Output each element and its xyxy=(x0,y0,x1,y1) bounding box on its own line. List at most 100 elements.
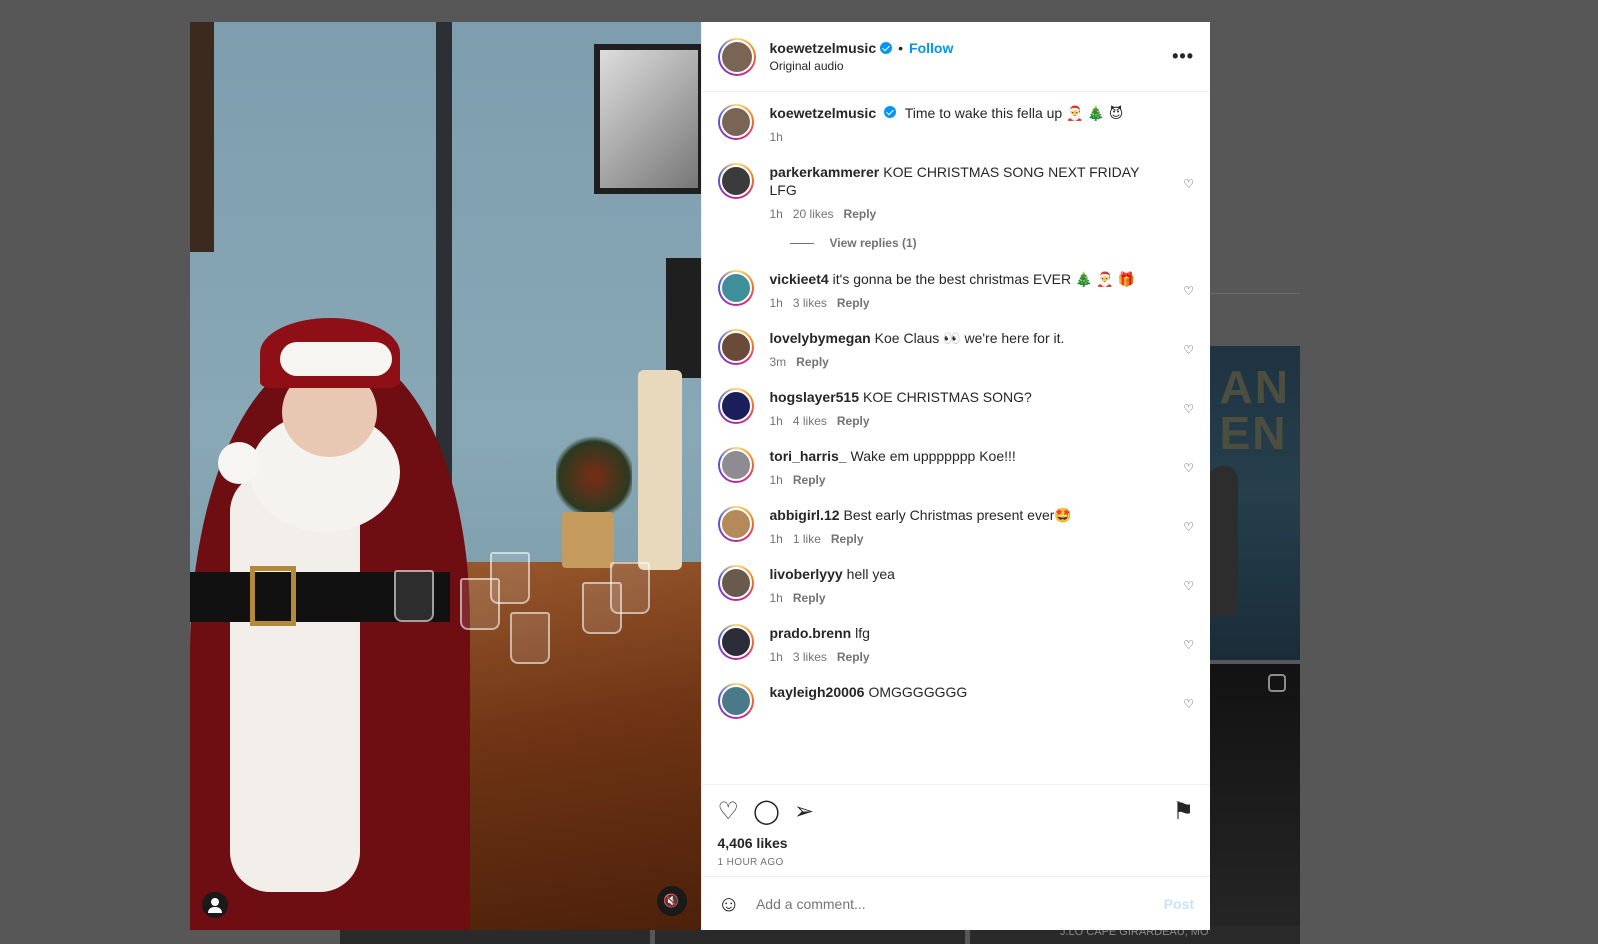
heart-icon[interactable]: ♡ xyxy=(1183,343,1194,357)
emoji-icon[interactable]: ☺ xyxy=(718,891,740,917)
comment-meta xyxy=(770,709,1169,723)
add-comment-bar: ☺ Post xyxy=(701,876,1210,930)
reply-button[interactable]: Reply xyxy=(837,296,870,310)
comment-username[interactable]: kayleigh20006 xyxy=(770,684,865,700)
reply-button[interactable]: Reply xyxy=(837,414,870,428)
audio-link[interactable]: Original audio xyxy=(770,59,1173,73)
author-avatar[interactable] xyxy=(717,37,756,76)
comment-item: tori_harris_ Wake em uppppppp Koe!!! 1h Rep… xyxy=(717,447,1194,487)
action-bar: ♡ ◯ ➢ ⚑ 4,406 likes 1 HOUR AGO xyxy=(701,784,1210,876)
santa-buckle xyxy=(250,566,296,626)
comment-item: kayleigh20006 OMGGGGGGG ♡ xyxy=(717,683,1194,723)
avatar xyxy=(719,390,752,422)
comment-time: 1h xyxy=(769,532,783,546)
comment-meta: 1h 20 likes Reply xyxy=(770,207,1169,221)
bookmark-icon[interactable]: ⚑ xyxy=(1172,800,1194,824)
heart-icon[interactable]: ♡ xyxy=(1183,177,1194,191)
comment-meta: 1h 1 like Reply xyxy=(770,532,1169,546)
commenter-avatar[interactable] xyxy=(717,329,754,365)
comment-likes[interactable]: 1 like xyxy=(793,532,821,546)
door-frame xyxy=(190,22,214,252)
commenter-avatar[interactable] xyxy=(717,565,754,601)
more-horizontal-icon[interactable]: ••• xyxy=(1172,46,1194,67)
commenter-avatar[interactable] xyxy=(717,447,754,483)
shot-glass xyxy=(610,562,650,614)
comment-time: 1h xyxy=(769,650,783,664)
heart-icon[interactable]: ♡ xyxy=(1183,284,1194,298)
avatar xyxy=(719,39,754,74)
comment-username[interactable]: vickieet4 xyxy=(770,271,829,287)
comment-username[interactable]: lovelybymegan xyxy=(770,330,871,346)
commenter-avatar[interactable] xyxy=(717,163,754,199)
comment-time: 3m xyxy=(769,355,787,369)
avatar xyxy=(719,567,752,599)
comment-username[interactable]: hogslayer515 xyxy=(770,389,860,405)
view-replies-button[interactable]: View replies (1) xyxy=(789,236,1195,250)
heart-icon[interactable]: ♡ xyxy=(1183,697,1194,711)
heart-icon[interactable]: ♡ xyxy=(718,800,740,824)
heart-icon[interactable]: ♡ xyxy=(1183,461,1194,475)
avatar xyxy=(719,626,752,658)
comment-likes[interactable]: 4 likes xyxy=(793,414,827,428)
comment-meta: 1h 3 likes Reply xyxy=(770,296,1169,310)
avatar xyxy=(719,449,752,481)
follow-button[interactable]: Follow xyxy=(909,40,953,56)
caption-username[interactable]: koewetzelmusic xyxy=(770,105,877,121)
comment-meta: 1h 3 likes Reply xyxy=(770,650,1169,664)
avatar xyxy=(719,508,752,540)
heart-icon[interactable]: ♡ xyxy=(1183,638,1194,652)
heart-icon[interactable]: ♡ xyxy=(1183,520,1194,534)
wall-photo xyxy=(594,44,701,194)
likes-count[interactable]: 4,406 likes xyxy=(718,835,1195,851)
comment-likes[interactable]: 20 likes xyxy=(793,207,834,221)
comment-meta: 1h Reply xyxy=(770,591,1169,605)
reel-icon xyxy=(1268,674,1286,692)
comment-likes[interactable]: 3 likes xyxy=(793,650,827,664)
caption-avatar[interactable] xyxy=(717,104,754,140)
santa-hat-pompom xyxy=(218,442,260,484)
heart-icon[interactable]: ♡ xyxy=(1183,402,1194,416)
reply-button[interactable]: Reply xyxy=(844,207,877,221)
comment-meta: 1h 4 likes Reply xyxy=(770,414,1169,428)
commenter-avatar[interactable] xyxy=(717,388,754,424)
post-header: koewetzelmusic • Follow Original audio •… xyxy=(701,22,1210,92)
comment-icon[interactable]: ◯ xyxy=(753,800,780,824)
heart-icon[interactable]: ♡ xyxy=(1183,579,1194,593)
commenter-avatar[interactable] xyxy=(717,624,754,660)
user-tag-icon[interactable] xyxy=(202,892,228,918)
reply-button[interactable]: Reply xyxy=(837,650,870,664)
comment-text: Best early Christmas present ever🤩 xyxy=(843,507,1072,523)
santa-fur-trim xyxy=(230,472,360,892)
reply-button[interactable]: Reply xyxy=(831,532,864,546)
author-username[interactable]: koewetzelmusic xyxy=(770,40,877,56)
commenter-avatar[interactable] xyxy=(717,683,754,719)
plant-pot xyxy=(562,512,614,568)
comment-input[interactable] xyxy=(753,894,1164,913)
comment-username[interactable]: tori_harris_ xyxy=(770,448,847,464)
muted-speaker-icon[interactable]: 🔇 xyxy=(656,886,687,916)
comment-meta: 1h Reply xyxy=(770,473,1169,487)
comment-username[interactable]: livoberlyyy xyxy=(770,566,843,582)
comment-item: prado.brenn lfg 1h 3 likes Reply ♡ xyxy=(717,624,1194,664)
reply-button[interactable]: Reply xyxy=(793,591,826,605)
comments-list[interactable]: koewetzelmusic Time to wake this fella u… xyxy=(702,92,1211,784)
comment-text: hell yea xyxy=(846,566,895,582)
comment-item: hogslayer515 KOE CHRISTMAS SONG? 1h 4 likes… xyxy=(717,388,1194,428)
comment-likes[interactable]: 3 likes xyxy=(793,296,827,310)
post-comment-button[interactable]: Post xyxy=(1164,896,1194,912)
reply-button[interactable]: Reply xyxy=(796,355,829,369)
avatar xyxy=(719,331,752,363)
comment-username[interactable]: parkerkammerer xyxy=(770,164,880,180)
comment-username[interactable]: abbigirl.12 xyxy=(770,507,840,523)
reply-button[interactable]: Reply xyxy=(793,473,826,487)
commenter-avatar[interactable] xyxy=(717,270,754,306)
comment-text: Wake em uppppppp Koe!!! xyxy=(850,448,1016,464)
avatar xyxy=(719,685,752,717)
share-icon[interactable]: ➢ xyxy=(794,800,814,824)
post-video[interactable]: 🔇 xyxy=(190,22,701,930)
separator-dot: • xyxy=(898,40,904,56)
commenter-avatar[interactable] xyxy=(717,506,754,542)
nutcracker xyxy=(638,370,682,570)
post-details-panel: koewetzelmusic • Follow Original audio •… xyxy=(700,22,1211,930)
comment-username[interactable]: prado.brenn xyxy=(770,625,852,641)
